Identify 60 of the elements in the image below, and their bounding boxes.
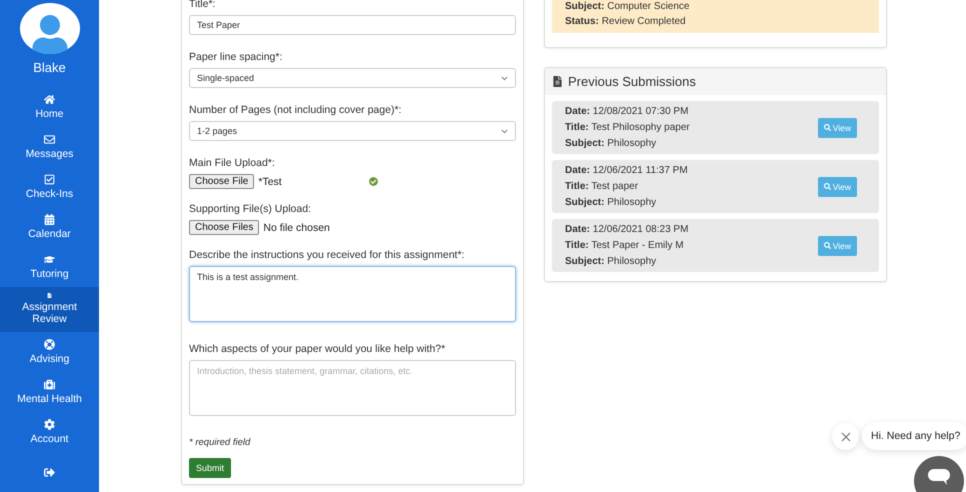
graduation-cap-icon [44,254,55,265]
close-button[interactable] [832,423,859,450]
search-icon [824,183,831,190]
text-area[interactable]: Introduction, thesis statement, grammar, citations, etc. [189,360,516,416]
submission-subject: Subject: Philosophy [565,138,658,149]
field-label: Which aspects of your paper would you like help with?* [189,343,446,355]
envelope-icon [44,134,55,145]
settings-icon [44,418,55,430]
nav-item[interactable]: Assignment Review [0,286,99,332]
user-icon [30,15,70,54]
choose-file-button[interactable]: Choose Files [189,220,260,235]
submission-title: Title: Test Philosophy paper [565,122,690,133]
dropdown[interactable]: 1-2 pages [189,121,516,141]
life-ring-icon [44,338,55,350]
file-name: *Test [258,176,282,188]
chevron-icon [501,74,508,82]
checkbox-icon [44,174,55,185]
submission-date: Date: 12/08/2021 07:30 PM [565,106,690,117]
nav-item[interactable]: Mental Health [0,372,99,412]
search-icon [824,242,831,249]
chevron-icon [501,128,508,134]
nav-item[interactable]: Home [0,86,99,127]
document-icon [552,76,563,87]
submission-subject: Subject: Philosophy [565,197,658,208]
medkit-icon [44,378,55,390]
nav-item[interactable]: Calendar [0,206,99,247]
submission-title: Title: Test paper [565,181,640,192]
calendar-icon [44,214,55,225]
dropdown[interactable]: Single-spaced [189,68,516,88]
field-label: Describe the instructions you received for this assignment*: [189,249,466,261]
chat-button[interactable] [914,456,964,492]
chat-icon [927,468,951,486]
field-label: Number of Pages (not including cover page)*: [189,104,402,116]
submission-title: Title: Test Paper - Emily M [565,240,685,251]
submission-subject: Subject: Philosophy [565,256,658,267]
status-line: Subject: Computer Science [565,1,690,12]
close-icon [840,432,850,442]
sign-out-icon [44,466,55,478]
text-area[interactable]: This is a test assignment. [189,266,516,322]
nav-item[interactable]: Advising [0,332,99,372]
submission-date: Date: 12/06/2021 08:23 PM [565,224,688,235]
field-label: Supporting File(s) Upload: [189,203,312,215]
field-label: Paper line spacing*: [189,51,284,63]
field-label: Main File Upload*: [189,157,276,169]
user-name: Blake [32,60,67,75]
submission-date: Date: 12/06/2021 11:37 PM [565,165,688,176]
nav-item[interactable]: Tutoring [0,246,99,287]
chat-bubble: Hi. Need any help? [862,422,966,450]
required-note: * required field [189,437,252,448]
status-line: Status: Review Completed [565,16,687,27]
nav-item[interactable]: Check-Ins [0,166,99,207]
choose-file-button[interactable]: Choose File [189,174,254,189]
nav-item[interactable]: Messages [0,126,99,167]
home-icon [44,94,55,105]
file-name: No file chosen [263,222,330,234]
submit-button[interactable]: Submit [189,458,232,478]
search-icon [824,124,831,131]
input-field[interactable]: Test Paper [189,15,516,35]
nav-item[interactable]: Account [0,412,99,452]
card-title: Previous Submissions [568,74,696,89]
